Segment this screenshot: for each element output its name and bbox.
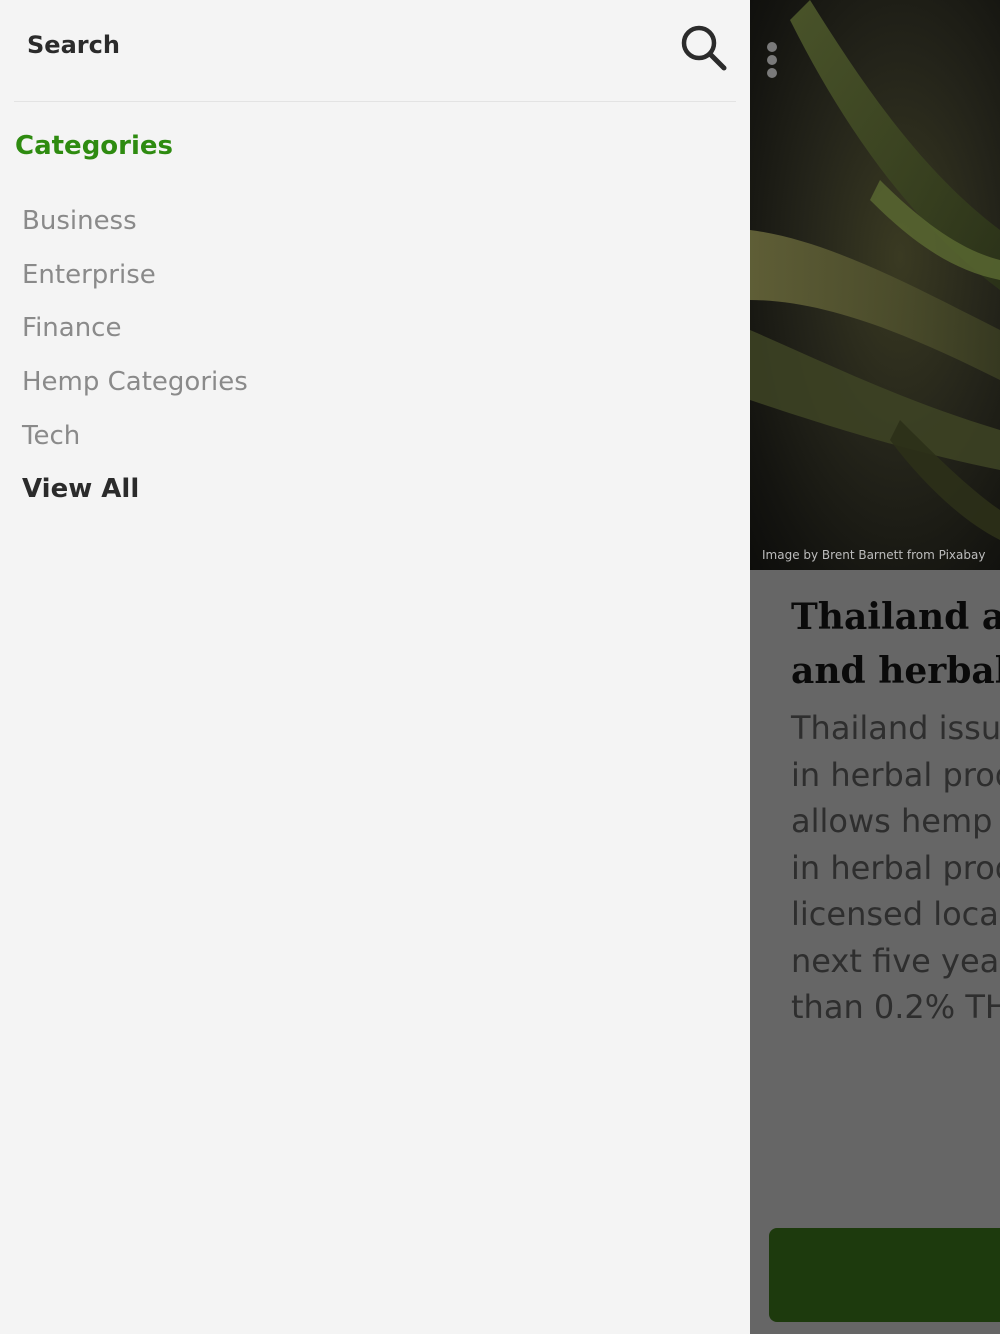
hero-image: Image by Brent Barnett from Pixabay (750, 0, 1000, 570)
article-title-line: Thailand ap (791, 596, 1000, 638)
category-list: Business Enterprise Finance Hemp Categor… (22, 196, 248, 518)
category-item-finance[interactable]: Finance (22, 303, 248, 357)
category-item-tech[interactable]: Tech (22, 411, 248, 465)
article-action-button[interactable] (769, 1228, 1000, 1322)
cannabis-leaf-image (750, 0, 1000, 540)
category-item-hemp-categories[interactable]: Hemp Categories (22, 357, 248, 411)
divider (14, 101, 736, 102)
article-title: Thailand ap and herbal p (791, 590, 1000, 698)
image-caption: Image by Brent Barnett from Pixabay (762, 548, 986, 562)
categories-heading: Categories (15, 131, 174, 161)
article-body-line: licensed local (791, 895, 1000, 933)
category-item-enterprise[interactable]: Enterprise (22, 250, 248, 304)
article-summary: Thailand issue in herbal prod allows hem… (791, 705, 1000, 1031)
more-vertical-icon[interactable] (766, 42, 778, 82)
category-item-business[interactable]: Business (22, 196, 248, 250)
article-body-line: allows hemp p (791, 802, 1000, 840)
article-body-line: in herbal prod (791, 755, 1000, 794)
article-body-line: than 0.2% TH (791, 988, 1000, 1026)
article-body-line: in herbal prod (791, 848, 1000, 887)
article-title-line: and herbal p (791, 650, 1000, 692)
article-body-line: Thailand issue (791, 709, 1000, 747)
article-body-line: next five year (791, 941, 1000, 980)
navigation-drawer: Search Categories Business Enterprise Fi… (0, 0, 750, 1334)
view-all-link[interactable]: View All (22, 464, 248, 518)
article-background: Image by Brent Barnett from Pixabay Thai… (750, 0, 1000, 1334)
search-label: Search (27, 31, 120, 59)
search-button[interactable]: Search (0, 0, 750, 100)
search-icon[interactable] (678, 22, 728, 72)
